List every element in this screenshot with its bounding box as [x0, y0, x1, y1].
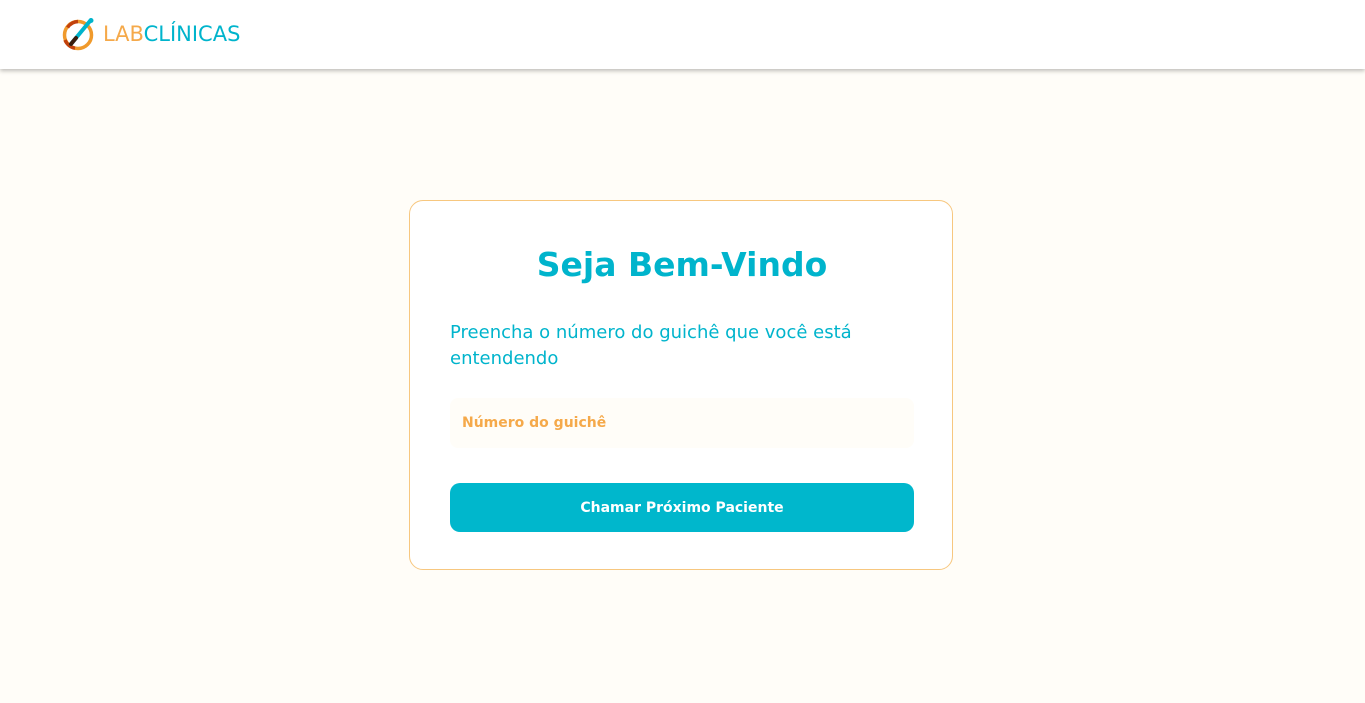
logo-text-clinicas: CLÍNICAS [143, 22, 241, 46]
labclinicas-logo-icon [62, 18, 94, 51]
logo-wordmark: LABCLÍNICAS [103, 17, 240, 51]
app-header: LABCLÍNICAS [0, 0, 1365, 69]
guiche-number-input[interactable] [450, 398, 914, 448]
page-title: Seja Bem-Vindo [536, 245, 828, 284]
guiche-card: Seja Bem-Vindo Preencha o número do guic… [409, 200, 953, 570]
call-next-patient-button[interactable]: Chamar Próximo Paciente [450, 483, 914, 532]
labclinicas-logo[interactable]: LABCLÍNICAS [62, 17, 240, 51]
logo-text-lab: LAB [103, 22, 144, 46]
instructions-text: Preencha o número do guichê que você est… [450, 322, 852, 369]
